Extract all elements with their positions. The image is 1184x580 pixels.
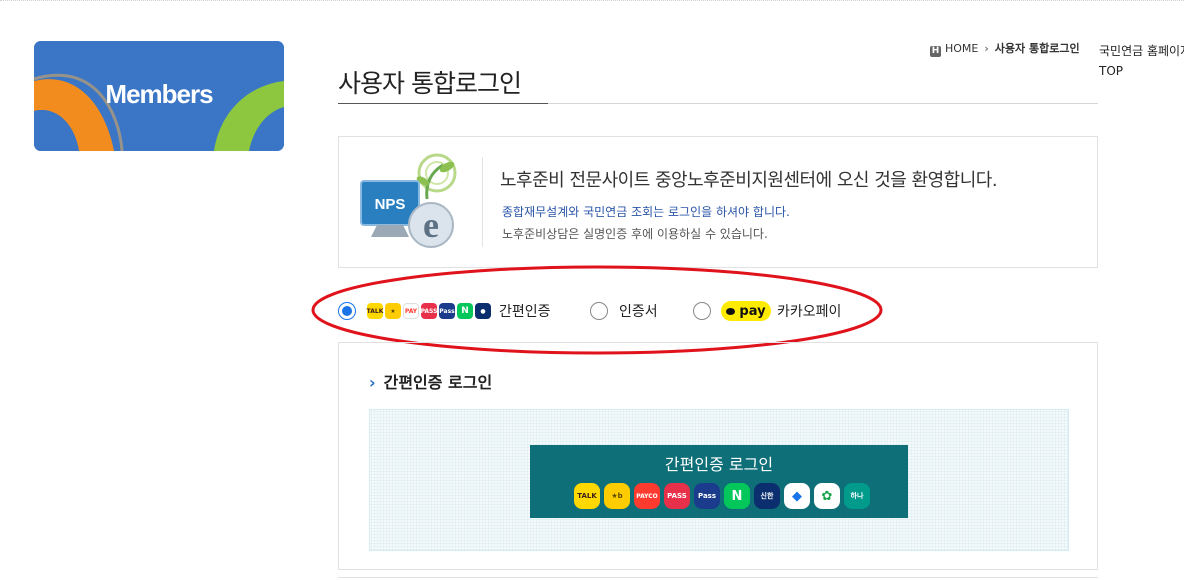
kakaotalk-icon[interactable]: TALK (574, 483, 600, 509)
kakaotalk-icon: TALK (367, 303, 383, 319)
option-simple-auth-label: 간편인증 (499, 304, 551, 320)
naver-icon: N (457, 303, 473, 319)
simple-auth-login-label: 간편인증 로그인 (664, 455, 774, 474)
top-link[interactable]: TOP (1099, 61, 1184, 81)
welcome-login-notice: 종합재무설계와 국민연금 조회는 로그인을 하셔야 합니다. (502, 205, 790, 219)
members-title: Members (105, 79, 213, 109)
simple-auth-panel: › 간편인증 로그인 간편인증 로그인 TALK ★b PAYCO PASS Pa… (338, 342, 1098, 570)
quick-links: 국민연금 홈페이지 TOP (1099, 41, 1184, 81)
radio-certificate[interactable] (590, 302, 608, 320)
welcome-box: NPS e 노후준비 전문사이트 중앙노후준비지원센터에 오신 것을 환영합니다… (338, 136, 1098, 268)
naver-icon[interactable]: N (724, 483, 750, 509)
shinhan-icon[interactable]: 신한 (754, 483, 780, 509)
hana-icon[interactable]: 하나 (844, 483, 870, 509)
chevron-right-icon: › (369, 373, 376, 392)
provider-icon-row: TALK ★b PAYCO PASS Pass N 신한 ◆ ✿ 하나 (574, 483, 874, 509)
toss-icon[interactable]: ◆ (784, 483, 810, 509)
option-certificate[interactable]: 인증서 (590, 296, 658, 326)
breadcrumb-current: 사용자 통합로그인 (994, 42, 1080, 55)
simple-auth-login-button[interactable]: 간편인증 로그인 TALK ★b PAYCO PASS Pass N 신한 ◆ … (530, 445, 908, 518)
kb-icon[interactable]: ★b (604, 483, 630, 509)
samsung-pass-icon[interactable]: Pass (694, 483, 720, 509)
nps-logo-text: NPS (375, 196, 406, 213)
e-letter-icon: e (423, 205, 439, 245)
option-kakaopay-label: 카카오페이 (777, 304, 842, 320)
simple-auth-heading-text: 간편인증 로그인 (383, 373, 493, 392)
naver-cert-icon[interactable]: ✿ (814, 483, 840, 509)
kakaopay-badge: pay (721, 301, 771, 321)
simple-auth-provider-icons: TALK ★ PAY PASS Pass N ● (367, 303, 493, 319)
nps-home-link[interactable]: 국민연금 홈페이지 (1099, 41, 1184, 61)
nps-welcome-illustration: NPS e (360, 153, 457, 248)
title-divider-accent (338, 103, 548, 104)
home-icon[interactable]: H (930, 46, 941, 57)
welcome-auth-notice: 노후준비상담은 실명인증 후에 이용하실 수 있습니다. (502, 227, 768, 241)
bottom-divider (338, 577, 1098, 578)
payco-icon: PAY (403, 303, 419, 319)
option-kakaopay[interactable]: pay 카카오페이 (693, 296, 841, 326)
breadcrumb-home[interactable]: HOME (945, 42, 978, 55)
welcome-heading: 노후준비 전문사이트 중앙노후준비지원센터에 오신 것을 환영합니다. (500, 170, 998, 191)
top-divider (0, 0, 1184, 1)
option-certificate-label: 인증서 (619, 304, 658, 320)
kakaopay-badge-text: pay (739, 303, 766, 319)
radio-simple-auth[interactable] (338, 302, 356, 320)
samsung-pass-icon: Pass (439, 303, 455, 319)
breadcrumb: H HOME › 사용자 통합로그인 (930, 40, 1080, 57)
page-title: 사용자 통합로그인 (338, 69, 522, 98)
welcome-divider (482, 157, 483, 247)
kakao-bubble-icon (726, 307, 736, 315)
members-banner: Members (34, 41, 284, 151)
simple-auth-heading: › 간편인증 로그인 (369, 369, 492, 393)
breadcrumb-separator: › (984, 42, 989, 55)
pass-icon: PASS (421, 303, 437, 319)
kb-icon: ★ (385, 303, 401, 319)
payco-icon[interactable]: PAYCO (634, 483, 660, 509)
radio-kakaopay[interactable] (693, 302, 711, 320)
option-simple-auth[interactable]: TALK ★ PAY PASS Pass N ● 간편인증 (338, 296, 551, 326)
pass-icon[interactable]: PASS (664, 483, 690, 509)
simple-auth-inner-box: 간편인증 로그인 TALK ★b PAYCO PASS Pass N 신한 ◆ … (369, 409, 1069, 551)
shinhan-icon: ● (475, 303, 491, 319)
